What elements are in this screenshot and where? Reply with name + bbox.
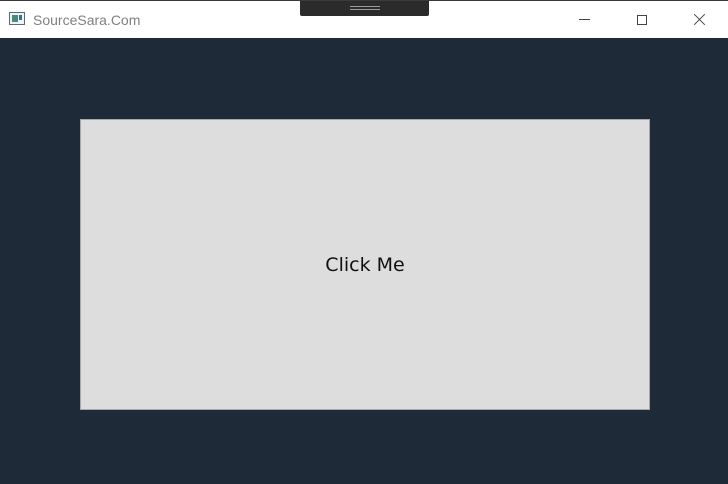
drag-handle[interactable] (300, 1, 429, 16)
close-icon (693, 13, 706, 26)
window-title: SourceSara.Com (33, 12, 141, 28)
minimize-button[interactable] (555, 1, 613, 38)
click-me-button[interactable]: Click Me (80, 119, 650, 410)
window-content: Click Me (0, 38, 728, 484)
maximize-button[interactable] (613, 1, 671, 38)
minimize-icon (578, 19, 590, 20)
close-button[interactable] (670, 1, 728, 38)
maximize-icon (637, 14, 647, 25)
app-icon-pane-left (12, 15, 18, 22)
app-window: SourceSara.Com Click Me (0, 0, 728, 484)
title-bar[interactable]: SourceSara.Com (0, 0, 728, 38)
app-icon-pane-right (19, 15, 22, 20)
window-app-icon[interactable] (9, 12, 25, 25)
grip-icon (350, 6, 380, 10)
